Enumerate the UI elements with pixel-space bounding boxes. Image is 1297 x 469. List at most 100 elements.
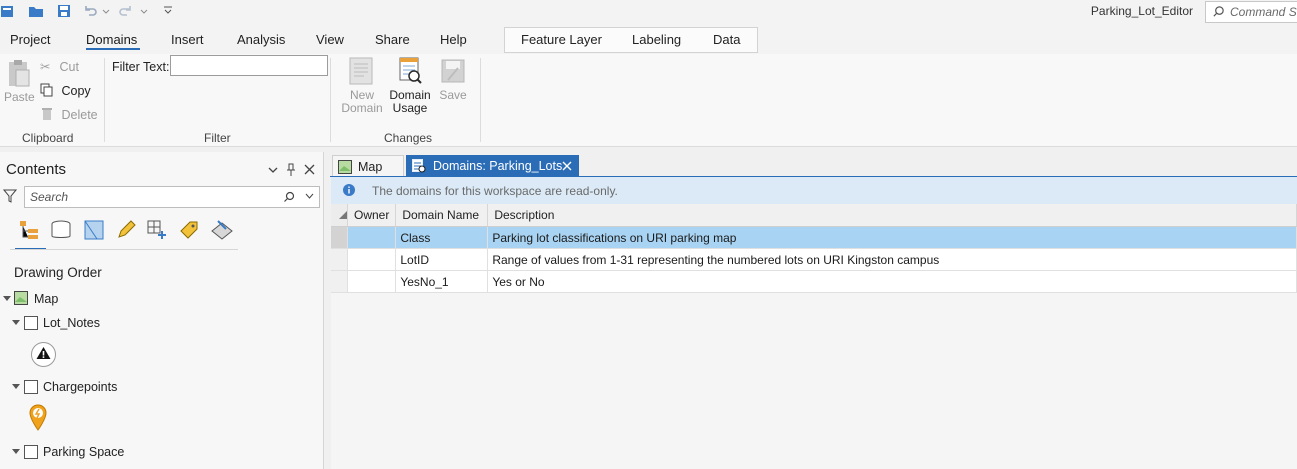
chargepoints-layer[interactable]: Chargepoints	[43, 380, 117, 394]
table-row[interactable]: YesNo_1 Yes or No	[331, 270, 1297, 293]
warning-symbol-icon	[31, 342, 56, 367]
quick-access-toolbar: Parking_Lot_Editor Command Search	[0, 0, 1297, 24]
owner-cell[interactable]	[347, 270, 397, 293]
paste-label: Paste	[4, 90, 35, 104]
close-icon[interactable]	[562, 161, 572, 171]
paste-icon	[9, 60, 30, 87]
contents-search-input[interactable]: Search	[24, 186, 320, 208]
filter-text-label: Filter Text:	[112, 60, 170, 74]
domain-usage-label-2: Usage	[392, 101, 428, 115]
group-separator	[480, 58, 481, 142]
tab-domains-label: Domains: Parking_Lots	[433, 159, 563, 173]
column-header-owner[interactable]: Owner	[347, 204, 397, 227]
expand-chargepoints-toggle[interactable]	[12, 384, 20, 389]
copy-button[interactable]: Copy	[40, 83, 91, 98]
select-all-corner[interactable]	[331, 204, 348, 227]
lot-notes-layer[interactable]: Lot_Notes	[43, 316, 100, 330]
filter-icon[interactable]	[3, 189, 17, 204]
chargepoints-visibility-checkbox[interactable]	[24, 380, 38, 394]
tab-domains-parking-lots[interactable]: Domains: Parking_Lots	[406, 155, 579, 177]
tab-feature-layer[interactable]: Feature Layer	[521, 32, 602, 47]
domain-name-cell[interactable]: Class	[395, 226, 489, 249]
row-header[interactable]	[331, 270, 348, 293]
open-folder-icon[interactable]	[28, 3, 44, 19]
redo-dropdown-icon[interactable]	[140, 3, 148, 19]
row-header[interactable]	[331, 248, 348, 271]
table-row[interactable]: Class Parking lot classifications on URI…	[331, 226, 1297, 249]
tab-labeling[interactable]: Labeling	[632, 32, 681, 47]
document-tab-bar: Map Domains: Parking_Lots	[330, 152, 1297, 178]
table-header-row: Owner Domain Name Description	[331, 204, 1297, 227]
expand-parking-space-toggle[interactable]	[12, 449, 20, 454]
tab-insert[interactable]: Insert	[171, 32, 204, 47]
pin-icon[interactable]	[285, 163, 297, 177]
paste-button[interactable]: Paste	[4, 58, 35, 104]
table-row[interactable]: LotID Range of values from 1-31 represen…	[331, 248, 1297, 271]
domain-name-cell[interactable]: LotID	[395, 248, 489, 271]
column-header-domain-name[interactable]: Domain Name	[395, 204, 489, 227]
column-header-description[interactable]: Description	[487, 204, 1297, 227]
owner-cell[interactable]	[347, 226, 397, 249]
domains-grid: Owner Domain Name Description Class Park…	[331, 204, 1297, 469]
undo-icon[interactable]	[82, 3, 98, 19]
contents-pane: Contents Search Drawing Order Map Lot_No…	[0, 152, 324, 469]
undo-dropdown-icon[interactable]	[102, 3, 110, 19]
customize-toolbar-icon[interactable]	[160, 3, 176, 19]
tab-project[interactable]: Project	[10, 32, 50, 47]
description-cell[interactable]: Range of values from 1-31 representing t…	[487, 248, 1297, 271]
delete-button[interactable]: Delete	[40, 107, 98, 122]
contents-search-placeholder: Search	[30, 190, 69, 204]
tab-data[interactable]: Data	[713, 32, 740, 47]
parking-space-visibility-checkbox[interactable]	[24, 445, 38, 459]
list-by-perspective-imagery-icon[interactable]	[210, 219, 234, 241]
cut-button[interactable]: ✂ Cut	[40, 59, 79, 74]
list-by-data-source-icon[interactable]	[50, 219, 72, 241]
tab-map[interactable]: Map	[332, 155, 404, 178]
tab-view[interactable]: View	[316, 32, 344, 47]
save-button[interactable]: Save	[436, 56, 470, 102]
filter-text-input[interactable]	[170, 55, 328, 76]
map-tree-item[interactable]: Map	[34, 292, 58, 306]
redo-icon[interactable]	[118, 3, 134, 19]
info-message-bar: The domains for this workspace are read-…	[331, 177, 1297, 204]
expand-map-toggle[interactable]	[3, 296, 11, 301]
parking-space-layer[interactable]: Parking Space	[43, 445, 124, 459]
contextual-tab-group: Feature Layer Labeling Data	[504, 27, 758, 53]
tab-map-label: Map	[358, 160, 383, 174]
scissors-icon: ✂	[40, 60, 51, 74]
chevron-down-icon[interactable]	[268, 165, 278, 175]
description-cell[interactable]: Yes or No	[487, 270, 1297, 293]
domain-usage-icon	[399, 57, 422, 84]
new-project-icon[interactable]	[0, 3, 16, 19]
lot-notes-visibility-checkbox[interactable]	[24, 316, 38, 330]
copy-icon	[40, 83, 53, 97]
map-icon	[338, 160, 352, 174]
close-icon[interactable]	[304, 164, 315, 175]
command-search-input[interactable]: Command Search	[1205, 1, 1297, 23]
domain-name-cell[interactable]: YesNo_1	[395, 270, 489, 293]
tab-domains[interactable]: Domains	[86, 32, 137, 47]
save-icon	[441, 59, 465, 83]
info-message-text: The domains for this workspace are read-…	[372, 184, 618, 198]
tab-share[interactable]: Share	[375, 32, 410, 47]
save-project-icon[interactable]	[56, 3, 72, 19]
tab-help[interactable]: Help	[440, 32, 467, 47]
clipboard-group-label: Clipboard	[22, 131, 74, 145]
list-by-drawing-order-icon[interactable]	[18, 219, 42, 241]
group-separator	[330, 58, 331, 142]
changes-group-label: Changes	[384, 131, 433, 145]
chevron-down-icon[interactable]	[305, 193, 314, 200]
tab-analysis[interactable]: Analysis	[237, 32, 285, 47]
save-label: Save	[439, 88, 467, 102]
owner-cell[interactable]	[347, 248, 397, 271]
description-cell[interactable]: Parking lot classifications on URI parki…	[487, 226, 1297, 249]
expand-lot-notes-toggle[interactable]	[12, 320, 20, 325]
new-domain-button[interactable]: New Domain	[338, 56, 386, 115]
list-by-snapping-icon[interactable]	[146, 219, 168, 241]
domain-usage-button[interactable]: Domain Usage	[386, 56, 434, 115]
corner-triangle-icon	[339, 211, 347, 219]
row-header[interactable]	[331, 226, 348, 249]
pencil-icon[interactable]	[115, 219, 137, 241]
list-by-labeling-icon[interactable]	[178, 219, 200, 241]
list-by-source-map-icon[interactable]	[83, 219, 105, 241]
